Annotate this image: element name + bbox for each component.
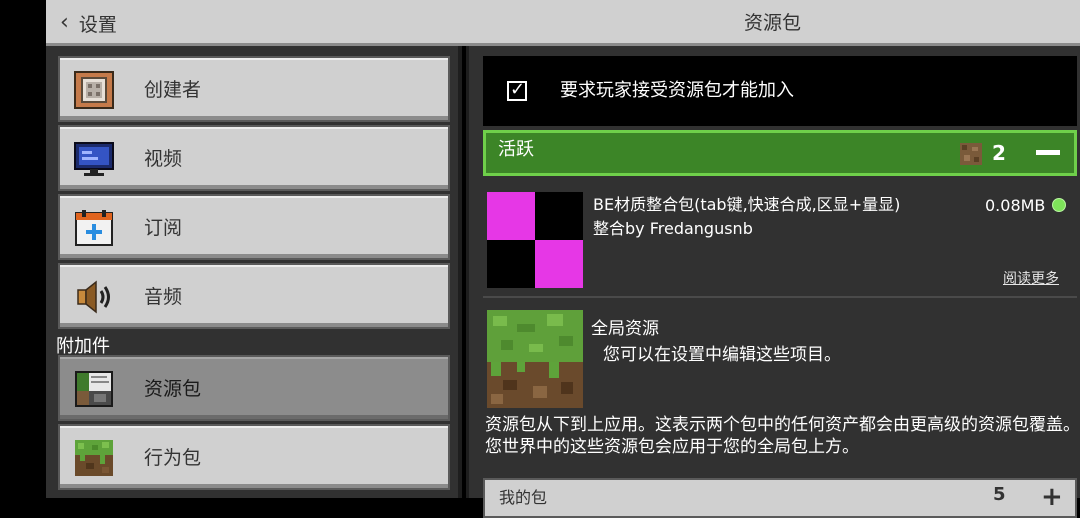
chevron-left-icon: ‹ [60, 9, 69, 35]
sidebar-item-video[interactable]: 视频 [58, 125, 450, 191]
left-edge [0, 0, 46, 498]
grass-block-icon [487, 310, 583, 408]
missing-texture-icon [487, 192, 583, 288]
require-packs-label: 要求玩家接受资源包才能加入 [560, 80, 794, 101]
collapse-minus-icon[interactable] [1036, 150, 1060, 155]
global-resources-title: 全局资源 [591, 319, 659, 339]
require-packs-row[interactable]: ✓ 要求玩家接受资源包才能加入 [483, 56, 1077, 126]
behavior-pack-icon [75, 440, 113, 476]
pack-count-icon [960, 143, 982, 165]
sidebar-item-subscription[interactable]: 订阅 [58, 194, 450, 260]
sidebar-item-creator[interactable]: 创建者 [58, 56, 450, 122]
sidebar-item-resource-packs[interactable]: 资源包 [58, 355, 450, 421]
creator-icon [74, 71, 114, 109]
read-more-link[interactable]: 阅读更多 [1003, 268, 1059, 288]
divider [483, 296, 1077, 298]
sidebar-item-label: 创建者 [144, 79, 202, 101]
status-dot-icon [1052, 198, 1066, 212]
check-icon: ✓ [510, 79, 526, 100]
audio-icon [77, 280, 110, 314]
resource-packs-panel: ✓ 要求玩家接受资源包才能加入 活跃 2 BE材质整合包(tab键,快速合成,区… [466, 46, 1080, 518]
sidebar-item-audio[interactable]: 音频 [58, 263, 450, 329]
sidebar-item-label: 音频 [144, 286, 183, 308]
sidebar-item-label: 资源包 [144, 378, 202, 400]
back-button[interactable]: ‹ 设置 [60, 0, 117, 46]
sidebar-item-label: 视频 [144, 148, 183, 170]
global-resources-item[interactable]: 全局资源 您可以在设置中编辑这些项目。 [483, 310, 1077, 410]
top-bar: ‹ 设置 资源包 [46, 0, 1080, 46]
require-packs-checkbox[interactable]: ✓ [507, 79, 527, 101]
pack-name: BE材质整合包(tab键,快速合成,区显+量显) [593, 195, 901, 214]
pack-order-info: 资源包从下到上应用。这表示两个包中的任何资产都会由更高级的资源包覆盖。您世界中的… [485, 415, 1080, 457]
my-packs-header[interactable]: 我的包 5 + [483, 478, 1077, 518]
sidebar-item-label: 订阅 [144, 217, 183, 239]
video-icon [74, 142, 114, 176]
pack-author: 整合by Fredangusnb [593, 219, 753, 238]
resource-pack-icon [75, 371, 113, 407]
sidebar-item-behavior-packs[interactable]: 行为包 [58, 424, 450, 490]
my-packs-label: 我的包 [499, 488, 548, 507]
page-title: 资源包 [744, 12, 802, 34]
back-label: 设置 [78, 13, 117, 36]
subscription-icon [75, 210, 113, 246]
active-packs-header[interactable]: 活跃 2 [483, 130, 1077, 176]
sidebar: 创建者 视频 订阅 音频 附加件 资源包 行为包 [46, 46, 462, 498]
sidebar-item-label: 行为包 [144, 447, 202, 469]
global-resources-desc: 您可以在设置中编辑这些项目。 [603, 345, 841, 365]
pack-size: 0.08MB [985, 196, 1046, 215]
active-count: 2 [992, 141, 1006, 165]
resource-pack-item[interactable]: BE材质整合包(tab键,快速合成,区显+量显) 整合by Fredangusn… [483, 190, 1077, 290]
my-packs-count: 5 [993, 484, 1006, 505]
expand-plus-icon[interactable]: + [1041, 482, 1063, 512]
active-label: 活跃 [498, 139, 534, 160]
